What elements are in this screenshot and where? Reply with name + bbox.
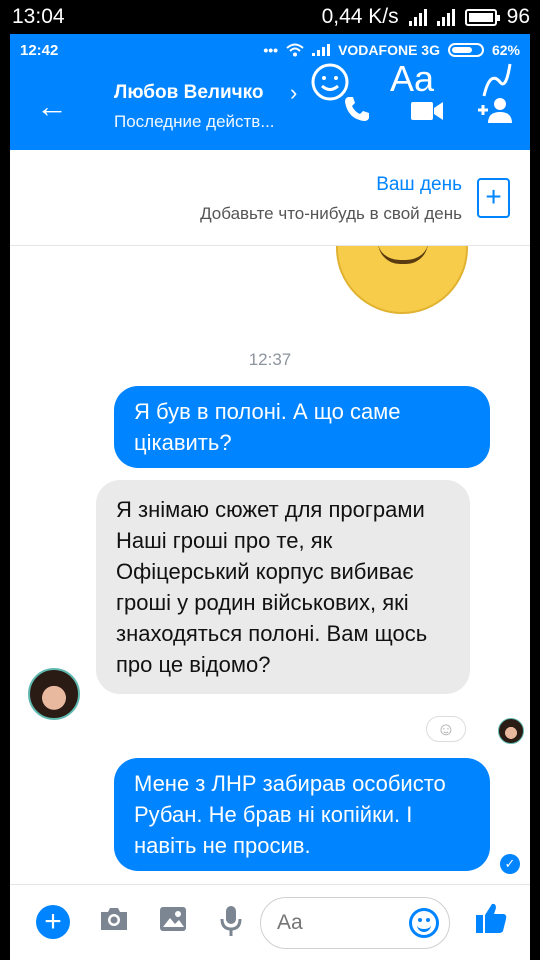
chevron-right-icon: › (290, 80, 298, 105)
outgoing-message[interactable]: Мене з ЛНР забирав особисто Рубан. Не бр… (114, 758, 490, 871)
carrier-name: VODAFONE 3G (338, 42, 440, 58)
video-camera-icon[interactable] (410, 100, 444, 122)
your-day-card[interactable]: Ваш день Добавьте что-нибудь в свой день… (10, 150, 530, 246)
add-story-button[interactable]: + (477, 178, 510, 218)
app-clock: 12:42 (20, 42, 59, 59)
wifi-icon (286, 43, 304, 57)
messenger-screenshot: 12:42 ••• VODAFONE 3G 62% ← Любов Величк… (10, 34, 530, 960)
contact-status: Последние действ... (114, 112, 275, 131)
emoji-icon[interactable] (409, 908, 439, 938)
text-overlay-aa: Aa (390, 58, 435, 99)
device-status-bar: 13:04 0,44 K/s 96 (0, 0, 540, 34)
more-dots-icon: ••• (263, 42, 279, 58)
incoming-message[interactable]: Я знімаю сюжет для програми Наші гроші п… (96, 480, 470, 694)
seen-avatar (498, 718, 524, 744)
signal-icon (408, 8, 427, 26)
contact-name: Любов Величко (114, 82, 264, 103)
phone-icon[interactable] (342, 94, 372, 124)
battery-icon (464, 8, 500, 26)
battery-level: 62% (491, 42, 520, 58)
message-input[interactable] (277, 908, 397, 938)
your-day-title: Ваш день (376, 174, 462, 195)
battery-level: 96 (506, 5, 530, 28)
back-arrow-icon[interactable]: ← (36, 90, 68, 122)
microphone-icon[interactable] (220, 905, 242, 937)
more-options-plus-icon[interactable]: + (36, 905, 70, 939)
outgoing-message[interactable]: Я був в полоні. А що саме цікавить? (114, 386, 490, 468)
conversation-header: ← Любов Величко › Последние действ... Aa (10, 58, 530, 150)
camera-icon[interactable] (98, 905, 130, 933)
signal-icon (436, 8, 455, 26)
message-timestamp: 12:37 (248, 350, 292, 369)
thumbs-up-icon[interactable] (474, 901, 508, 935)
device-clock: 13:04 (12, 5, 65, 28)
contact-avatar (28, 668, 80, 720)
app-status-bar: 12:42 ••• VODAFONE 3G 62% (10, 34, 530, 66)
your-day-subtitle: Добавьте что-нибудь в свой день (200, 204, 462, 223)
network-speed: 0,44 K/s (321, 5, 399, 28)
message-composer: + (10, 884, 530, 960)
delivered-check-icon: ✓ (500, 854, 520, 874)
signal-icon (312, 44, 331, 56)
contact-info[interactable]: Любов Величко › Последние действ... (114, 80, 297, 132)
draw-overlay-icon (482, 63, 512, 97)
battery-icon (447, 43, 484, 57)
gallery-icon[interactable] (158, 905, 188, 933)
message-input-box[interactable] (260, 897, 450, 949)
add-person-icon[interactable] (476, 96, 516, 124)
add-reaction-icon[interactable]: ☺ (426, 716, 466, 742)
